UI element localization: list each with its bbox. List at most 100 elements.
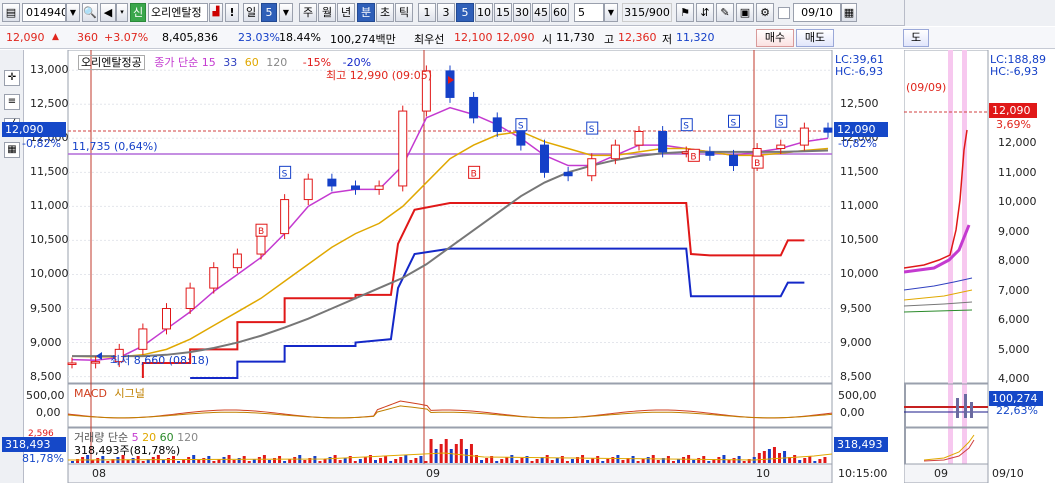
price-tick-right: 12,500 [840, 97, 879, 111]
price-tick: 13,000 [30, 63, 69, 77]
side-sell-tab[interactable]: 도 [903, 29, 929, 47]
side-price-tick: 10,000 [998, 195, 1037, 208]
period-dropdown-icon[interactable]: ▼ [279, 3, 293, 22]
candle-body [799, 127, 809, 146]
tool-sidebar: ✛ ≡ ╱ ▦ [0, 50, 24, 483]
interval-5[interactable]: 5 [456, 3, 474, 22]
volume-bar [727, 460, 731, 463]
side-x-label: 09 [934, 467, 948, 480]
side-price-tick: 4,000 [998, 372, 1030, 385]
volume-bar [192, 455, 196, 463]
code-dropdown-icon[interactable]: ▼ [66, 3, 80, 22]
x-label-09: 09 [426, 467, 440, 480]
volume-bar [374, 460, 377, 463]
tool-list-icon[interactable]: ≡ [4, 94, 20, 110]
volume-bar [414, 458, 418, 463]
interval-45[interactable]: 45 [532, 3, 550, 22]
interval-10[interactable]: 10 [475, 3, 493, 22]
interval-1[interactable]: 1 [418, 3, 436, 22]
price-tick-right: 11,500 [840, 165, 879, 179]
volume-bar [212, 461, 216, 463]
interval-3[interactable]: 3 [437, 3, 455, 22]
crosshair-icon[interactable]: ✛ [4, 70, 20, 86]
main-chart[interactable]: S B S B S S B S B S [24, 50, 904, 483]
volume-bar [606, 459, 610, 463]
tab-minute[interactable]: 분 [357, 3, 375, 22]
price-change: 360 [77, 31, 98, 44]
open-label: 시 [542, 33, 553, 46]
legend-ma-33: 33 [223, 56, 238, 69]
side-toolbar [904, 0, 1055, 26]
tab-week[interactable]: 주 [299, 3, 317, 22]
legend-ma-label: 종가 단순 [154, 56, 199, 69]
candle-body [303, 178, 313, 201]
signal-letter: S [589, 125, 595, 135]
tab-month[interactable]: 월 [318, 3, 336, 22]
interval-30[interactable]: 30 [513, 3, 531, 22]
high-price: 12,360 [618, 31, 657, 44]
volume-bar [601, 461, 605, 463]
stock-code-input[interactable]: 014940 [22, 3, 66, 22]
volume-bar [485, 458, 489, 463]
tab-tick[interactable]: 틱 [395, 3, 413, 22]
grid-icon[interactable]: ▦ [4, 142, 20, 158]
date-input[interactable]: 09/10 [793, 3, 841, 22]
ratio-percent: 18.44% [279, 31, 321, 44]
volume-bar [399, 457, 403, 463]
buy-button[interactable]: 매수 [756, 29, 794, 47]
volume-bar [692, 460, 696, 463]
candle-body [232, 253, 242, 269]
sell-button[interactable]: 매도 [796, 29, 834, 47]
list-icon[interactable]: ▾ [116, 3, 128, 22]
volume-bar [202, 458, 206, 463]
interval-60[interactable]: 60 [551, 3, 569, 22]
tab-second[interactable]: 초 [376, 3, 394, 22]
tab-day[interactable]: 일 [243, 3, 259, 22]
chart-type-icon[interactable]: ▟ [209, 3, 223, 22]
tab-year[interactable]: 년 [337, 3, 355, 22]
side-date-label: (09/09) [906, 81, 947, 94]
toolbar: ▤ 014940 ▼ 🔍 ◀ ▾ 신 오리엔탈정 ▟ ! 일 5 ▼ 주 월 년… [0, 0, 1055, 26]
volume-bar [166, 458, 170, 463]
candle-body [634, 130, 644, 146]
candle-body [610, 144, 620, 160]
volume-bar [232, 460, 236, 463]
gear-icon[interactable]: ⚙ [756, 3, 774, 22]
calendar-icon[interactable]: ▦ [841, 3, 857, 22]
volume-bar [495, 461, 499, 463]
alert-icon[interactable]: ! [225, 3, 239, 22]
indicator-icon[interactable]: ⚑ [676, 3, 694, 22]
volume-bar [257, 457, 261, 463]
draw-icon[interactable]: ✎ [716, 3, 734, 22]
volume-bar [656, 460, 660, 463]
count-dropdown-icon[interactable]: ▼ [604, 3, 618, 22]
stock-name: 오리엔탈정 [148, 3, 208, 22]
menu-icon[interactable]: ▤ [2, 3, 20, 22]
volume-bar [793, 455, 797, 463]
count-input[interactable]: 5 [574, 3, 604, 22]
date-checkbox[interactable] [778, 7, 790, 19]
volume-tag-left: 318,493 [2, 437, 66, 452]
volume-bar [464, 449, 468, 463]
compare-icon[interactable]: ⇵ [696, 3, 714, 22]
signal-letter: S [282, 169, 288, 179]
side-macd-bar-3 [970, 402, 973, 418]
volume-bar [353, 461, 357, 463]
signal-letter: B [471, 169, 477, 179]
save-icon[interactable]: ▣ [736, 3, 754, 22]
volume-bar [560, 456, 564, 463]
price-tick: 11,000 [30, 199, 69, 213]
speaker-icon[interactable]: ◀ [100, 3, 116, 22]
min-price-label: 최저 8,660 (08:18) [110, 354, 210, 367]
current-change-left: -0,82% [22, 137, 61, 150]
side-volume-area [904, 427, 989, 465]
volume-bar [434, 449, 438, 463]
interval-15[interactable]: 15 [494, 3, 512, 22]
search-icon[interactable]: 🔍 [82, 3, 98, 22]
volume-bar [570, 459, 574, 463]
volume-bar [389, 461, 393, 463]
volume-bar [177, 461, 181, 463]
current-change-right: -0,82% [838, 137, 877, 150]
period-value[interactable]: 5 [261, 3, 277, 22]
volume-bar [611, 457, 615, 463]
